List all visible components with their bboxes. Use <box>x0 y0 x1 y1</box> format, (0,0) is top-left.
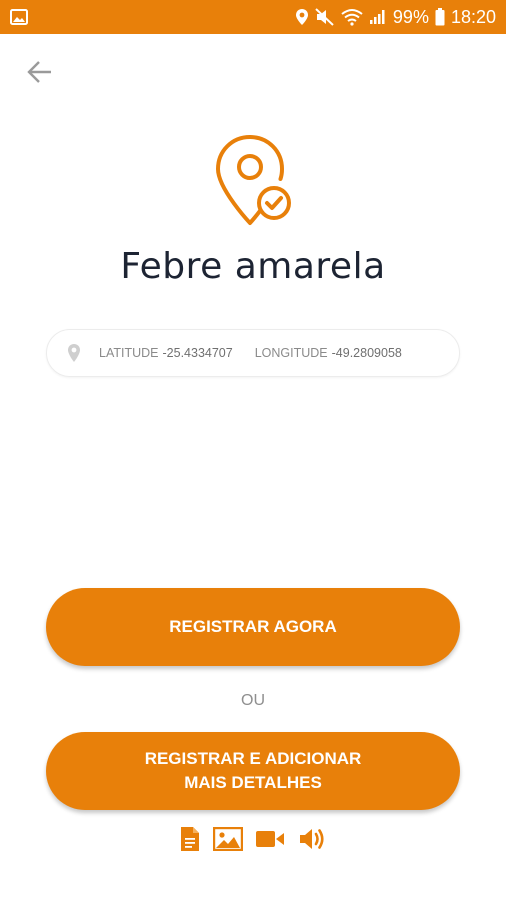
register-details-label-line2: MAIS DETALHES <box>184 773 322 792</box>
battery-percent: 99% <box>392 6 429 27</box>
latitude-value: -25.4334707 <box>162 346 233 360</box>
longitude-label: LONGITUDE <box>254 346 328 360</box>
video-icon <box>255 829 285 849</box>
signal-icon <box>369 9 387 25</box>
back-button[interactable] <box>24 58 56 90</box>
or-divider: OU <box>241 692 265 709</box>
coordinates-display: LATITUDE -25.4334707 LONGITUDE -49.28090… <box>46 329 460 377</box>
audio-icon <box>298 826 326 852</box>
document-icon <box>180 826 200 852</box>
register-now-label: REGISTRAR AGORA <box>169 617 337 636</box>
page-title: Febre amarela <box>120 246 386 287</box>
back-arrow-icon <box>27 60 53 89</box>
register-with-details-button[interactable]: REGISTRAR E ADICIONAR MAIS DETALHES <box>46 732 460 810</box>
image-icon <box>10 9 28 25</box>
location-check-icon <box>212 133 296 229</box>
register-now-button[interactable]: REGISTRAR AGORA <box>46 588 460 666</box>
battery-icon <box>435 8 445 26</box>
media-types <box>180 824 326 854</box>
clock: 18:20 <box>450 6 496 27</box>
wifi-icon <box>341 8 363 26</box>
mute-icon <box>315 8 335 26</box>
register-details-label-line1: REGISTRAR E ADICIONAR <box>144 749 362 768</box>
latitude-label: LATITUDE <box>99 346 159 360</box>
pin-icon <box>67 343 81 363</box>
status-bar: 99% 18:20 <box>0 0 506 34</box>
location-icon <box>295 8 309 26</box>
photo-icon <box>212 827 243 851</box>
longitude-value: -49.2809058 <box>331 346 402 360</box>
